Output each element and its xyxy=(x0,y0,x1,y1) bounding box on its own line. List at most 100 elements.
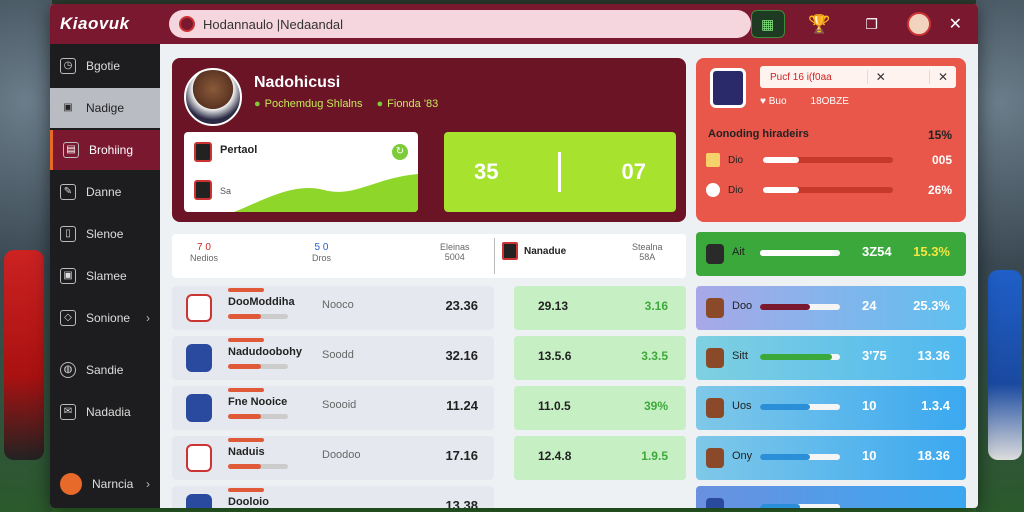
stats-sub-2: 18OBZE xyxy=(810,96,849,107)
search-bar[interactable]: Hodannaulo |Nedaandal xyxy=(169,10,751,38)
close-icon[interactable]: ✕ xyxy=(928,70,956,84)
row-accent xyxy=(228,438,264,442)
col-1-bottom: Nedios xyxy=(190,253,219,263)
check-icon[interactable]: ↻ xyxy=(392,144,408,160)
ranking-value-2: 15.3% xyxy=(913,244,950,259)
ranking-bar xyxy=(760,454,840,460)
team-crest-icon xyxy=(194,180,212,200)
sidebar-item-slenoe[interactable]: ▯ Slenoe xyxy=(50,214,160,254)
row-value: 13.38 xyxy=(445,498,478,508)
ranking-value-1: 10 xyxy=(862,448,877,463)
sidebar-item-brohiing[interactable]: ▤ Brohiing xyxy=(50,130,160,170)
top-bar: Kiaovuk Hodannaulo |Nedaandal ▦ 🏆 ❐ ✕ xyxy=(50,4,978,44)
match-card[interactable]: Pertaol Sa ↻ xyxy=(184,132,418,212)
row-bar-fill xyxy=(228,464,261,469)
stat-bar-fill xyxy=(763,157,800,163)
player-icon xyxy=(706,498,724,508)
stats-sub-1: Buo xyxy=(760,96,787,107)
stat-value: 26% xyxy=(927,183,952,197)
stats-header: Pucf 16 i(f0aa ✕ ✕ xyxy=(760,66,956,88)
stat-label: Dio xyxy=(728,184,744,196)
close-icon[interactable]: ✕ xyxy=(949,14,962,34)
stats-sub: Buo 18OBZE xyxy=(760,96,849,107)
background-player-left xyxy=(4,250,44,460)
row-value: 11.24 xyxy=(446,398,478,413)
sidebar-item-sonione[interactable]: ◇ Sonione › xyxy=(50,298,160,338)
ranking-row[interactable]: Doo 24 25.3% xyxy=(696,286,966,330)
ranking-bar-fill xyxy=(760,504,800,508)
ranking-value-2: 25.3% xyxy=(913,298,950,313)
stat-label: Dio xyxy=(728,154,744,166)
chevron-right-icon: › xyxy=(146,311,150,325)
sidebar: ◷ Bgotie ▣ Nadige › ▤ Brohiing ✎ Danne ▯… xyxy=(50,44,160,508)
search-text: Hodannaulo |Nedaandal xyxy=(203,16,344,32)
player-icon xyxy=(706,448,724,468)
sidebar-item-label: Sonione xyxy=(86,311,131,325)
stats-header-text: Pucf 16 i(f0aa xyxy=(770,71,832,83)
sidebar-item-nadadia[interactable]: ✉ Nadadia xyxy=(50,392,160,432)
app-logo[interactable]: Kiaovuk xyxy=(60,14,161,34)
stat-bar-fill xyxy=(763,187,800,193)
stats-card: Pucf 16 i(f0aa ✕ ✕ Buo 18OBZE Aonoding h… xyxy=(696,58,966,222)
score-cell[interactable]: 13.5.6 3.3.5 xyxy=(514,336,686,380)
table-row[interactable]: DooModdiha Nooco 23.36 xyxy=(172,286,494,330)
table-team[interactable]: Nanadue xyxy=(502,242,566,260)
score-cell[interactable]: 11.0.5 39% xyxy=(514,386,686,430)
top-actions: ▦ 🏆 ❐ ✕ xyxy=(750,10,968,38)
ranking-row[interactable]: Uos 10 1.3.4 xyxy=(696,386,966,430)
table-row[interactable]: Naduis Doodoo 17.16 xyxy=(172,436,494,480)
ranking-value-1: 3'75 xyxy=(862,348,887,363)
trophy-icon[interactable]: 🏆 xyxy=(803,10,837,38)
table-col-2[interactable]: 5 0 Dros xyxy=(312,242,331,263)
chevron-right-icon: › xyxy=(146,477,150,491)
sidebar-item-label: Slenoe xyxy=(86,227,124,241)
col-4-top: Stealna xyxy=(632,242,663,252)
table-col-4[interactable]: Stealna 58A xyxy=(632,242,663,262)
ranking-row[interactable]: Sitt 3'75 13.36 xyxy=(696,336,966,380)
ranking-row[interactable]: Ony 10 18.36 xyxy=(696,436,966,480)
table-col-3[interactable]: Eleinas 5004 xyxy=(440,242,470,262)
sidebar-item-danne[interactable]: ✎ Danne xyxy=(50,172,160,212)
score-cell[interactable]: 12.4.8 1.9.5 xyxy=(514,436,686,480)
image-icon: ▣ xyxy=(60,100,76,116)
sidebar-item-narncia[interactable]: Narncia › xyxy=(50,464,160,504)
score-cell[interactable]: 29.13 3.16 xyxy=(514,286,686,330)
row-bar xyxy=(228,364,288,369)
row-name: Nadudoobohy xyxy=(228,346,302,358)
ranking-value-2: 18.36 xyxy=(917,448,950,463)
sidebar-item-bgotie[interactable]: ◷ Bgotie xyxy=(50,46,160,86)
sidebar-item-sandie[interactable]: ◍ Sandie xyxy=(50,350,160,390)
close-icon[interactable]: ✕ xyxy=(866,70,894,84)
team-crest-icon xyxy=(186,394,212,422)
ranking-row[interactable]: Ait 3Z54 15.3% xyxy=(696,232,966,276)
divider xyxy=(494,238,495,274)
sidebar-item-label: Narncia xyxy=(92,477,134,491)
table-row[interactable]: Dooloio 13.38 xyxy=(172,486,494,508)
row-name: Naduis xyxy=(228,446,265,458)
table-row[interactable]: Fne Nooice Soooid 11.24 xyxy=(172,386,494,430)
player-avatar[interactable] xyxy=(184,68,242,126)
row-bar xyxy=(228,464,288,469)
ranking-row[interactable] xyxy=(696,486,966,508)
ranking-bar xyxy=(760,504,840,508)
calendar-button[interactable]: ▦ xyxy=(750,10,785,38)
col-2-bottom: Dros xyxy=(312,253,332,263)
table-col-1[interactable]: 7 0 Nedios xyxy=(190,242,218,263)
avatar[interactable] xyxy=(906,12,931,36)
row-name: Dooloio xyxy=(228,496,269,508)
table-row[interactable]: Nadudoobohy Soodd 32.16 xyxy=(172,336,494,380)
background-player-right xyxy=(988,270,1022,460)
sidebar-item-slamee[interactable]: ▣ Slamee xyxy=(50,256,160,296)
sidebar-item-nadige[interactable]: ▣ Nadige › xyxy=(50,88,160,128)
stat-value: 005 xyxy=(931,153,952,167)
ranking-value-2: 1.3.4 xyxy=(921,398,950,413)
score-card: 35 07 xyxy=(444,132,676,212)
ranking-bar-fill xyxy=(760,404,810,410)
row-accent xyxy=(228,488,264,492)
ranking-bar-fill xyxy=(760,250,834,256)
row-name: DooModdiha xyxy=(228,296,295,308)
stats-pct: 15% xyxy=(927,128,952,142)
col-2-top: 5 0 xyxy=(314,242,329,253)
copy-icon[interactable]: ❐ xyxy=(855,10,889,38)
sidebar-item-label: Brohiing xyxy=(89,143,134,157)
